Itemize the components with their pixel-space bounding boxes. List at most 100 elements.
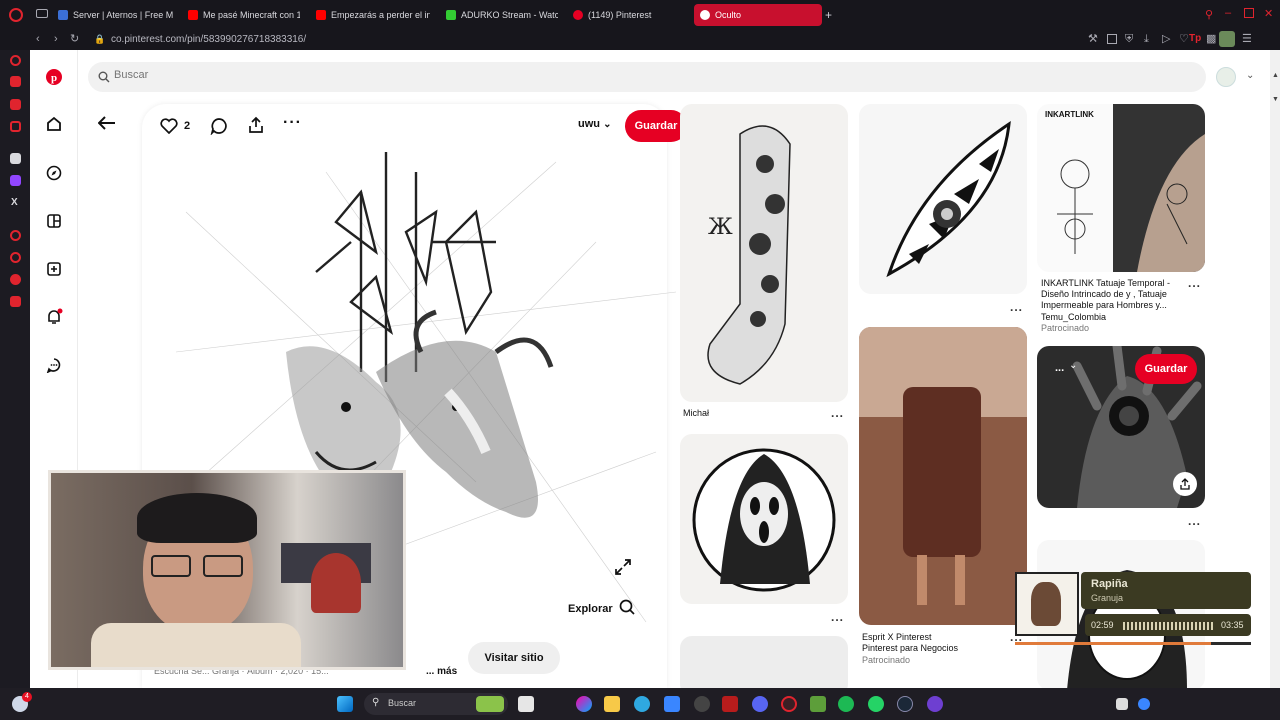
messages-icon[interactable]: [42, 353, 66, 377]
explore-button[interactable]: Explorar: [568, 599, 635, 618]
player-icon[interactable]: [10, 230, 21, 241]
copilot-icon[interactable]: [576, 696, 592, 712]
explore-compass-icon[interactable]: [42, 161, 66, 185]
opera-taskbar-icon[interactable]: [781, 696, 797, 712]
more-text-link[interactable]: ... más: [426, 666, 457, 677]
download-icon[interactable]: ⤓: [1144, 33, 1149, 45]
task-view-icon[interactable]: [518, 696, 534, 712]
tray-discord-icon[interactable]: [1116, 698, 1128, 710]
comment-icon[interactable]: [210, 117, 228, 140]
hover-save-button[interactable]: Guardar: [1135, 354, 1197, 384]
chevron-down-icon[interactable]: ⌄: [1069, 360, 1077, 371]
discord-icon[interactable]: [752, 696, 768, 712]
more-options-icon[interactable]: ···: [283, 114, 302, 132]
pin-tile-sleeve-tattoo[interactable]: Ж: [680, 104, 848, 402]
ad-title[interactable]: Esprit X Pinterest: [862, 632, 932, 643]
page-scrollbar[interactable]: ▲ ▼: [1270, 50, 1280, 688]
opera-logo-icon[interactable]: [9, 8, 23, 22]
pin-tile-caption[interactable]: Michał: [683, 408, 709, 419]
tab-kick-adurko[interactable]: ADURKO Stream - Watch: [446, 4, 558, 26]
app-icon[interactable]: [927, 696, 943, 712]
pinterest-logo-icon[interactable]: p: [42, 65, 66, 89]
app-icon[interactable]: [722, 696, 738, 712]
settings-icon[interactable]: [10, 297, 21, 308]
ad-advertiser[interactable]: Pinterest para Negocios: [862, 643, 958, 654]
like-heart-icon[interactable]: [160, 118, 178, 139]
edge-icon[interactable]: [634, 696, 650, 712]
pin-tile-leaf-tattoo[interactable]: [859, 104, 1027, 294]
scroll-up-icon[interactable]: ▲: [1272, 72, 1279, 79]
more-options-icon[interactable]: ...: [831, 406, 844, 420]
create-icon[interactable]: [42, 257, 66, 281]
pin-tile-hand-tattoo[interactable]: ... ⌄ Guardar: [1037, 346, 1205, 508]
menu-icon[interactable]: ☰: [1242, 33, 1252, 45]
spotify-icon[interactable]: [838, 696, 854, 712]
history-icon[interactable]: [10, 252, 21, 263]
more-options-icon[interactable]: ...: [1188, 276, 1201, 290]
ad-title[interactable]: INKARTLINK Tatuaje Temporal - Diseño Int…: [1041, 278, 1181, 311]
tab-aternos[interactable]: Server | Aternos | Free M: [58, 4, 176, 26]
start-icon[interactable]: [337, 696, 353, 712]
extension-icon[interactable]: ⚒: [1088, 33, 1098, 45]
maximize-icon[interactable]: [1244, 8, 1254, 18]
pin-tile-inkartlink[interactable]: INKARTLINK: [1037, 104, 1205, 272]
pin-tile-partial[interactable]: [680, 636, 848, 688]
visit-site-button[interactable]: Visitar sitio: [468, 642, 560, 674]
board-selector[interactable]: ...: [1055, 362, 1064, 374]
tab-youtube-perder[interactable]: Empezarás a perder el int: [316, 4, 430, 26]
extensions-puzzle-icon[interactable]: ▩: [1206, 33, 1216, 45]
twitch-icon[interactable]: [10, 175, 21, 186]
tray-icon[interactable]: [1138, 698, 1150, 710]
shield-icon[interactable]: ⛨: [1125, 33, 1133, 45]
kick-side-icon[interactable]: [10, 153, 21, 164]
tab-pinterest[interactable]: (1149) Pinterest: [573, 4, 685, 26]
search-tabs-icon[interactable]: ⚲: [1205, 9, 1213, 21]
tab-oculto[interactable]: Oculto: [694, 4, 822, 26]
crypto-wallet-icon[interactable]: [10, 76, 21, 87]
user-avatar[interactable]: [1216, 67, 1236, 87]
heart-icon[interactable]: ♡: [1179, 33, 1189, 45]
save-button[interactable]: Guardar: [625, 110, 687, 142]
search-input[interactable]: [114, 69, 714, 81]
notifications-bell-icon[interactable]: [42, 305, 66, 329]
progress-track[interactable]: [1015, 642, 1251, 645]
aria-icon[interactable]: [10, 55, 21, 66]
forward-icon[interactable]: ›: [54, 33, 58, 45]
back-icon[interactable]: ‹: [36, 33, 40, 45]
close-icon[interactable]: ✕: [1264, 8, 1273, 20]
chevron-down-icon[interactable]: ⌄: [1246, 70, 1254, 81]
share-icon[interactable]: [247, 116, 265, 139]
minimize-icon[interactable]: –: [1225, 7, 1231, 19]
whatsapp-icon[interactable]: [868, 696, 884, 712]
file-explorer-icon[interactable]: [604, 696, 620, 712]
steam-icon[interactable]: [897, 696, 913, 712]
pin-tile-esprit-ad[interactable]: [859, 327, 1027, 625]
pin-tile-ghostface[interactable]: [680, 434, 848, 604]
scroll-down-icon[interactable]: ▼: [1272, 96, 1279, 103]
board-selector[interactable]: uwu ⌄: [578, 118, 611, 130]
profile-avatar[interactable]: [1219, 31, 1235, 47]
new-tab-button[interactable]: +: [825, 9, 832, 21]
ad-advertiser[interactable]: Temu_Colombia: [1041, 312, 1106, 323]
url-field[interactable]: co.pinterest.com/pin/583990276718383316/: [111, 34, 306, 46]
play-icon[interactable]: ▷: [1162, 33, 1170, 45]
instagram-icon[interactable]: [10, 121, 21, 132]
share-icon[interactable]: [1173, 472, 1197, 496]
tab-youtube-minecraft[interactable]: Me pasé Minecraft con 1: [188, 4, 300, 26]
more-options-icon[interactable]: ...: [1188, 514, 1201, 528]
expand-icon[interactable]: [614, 558, 632, 581]
reload-icon[interactable]: ↻: [70, 33, 79, 45]
snapshot-icon[interactable]: [1107, 34, 1117, 44]
pinboard-icon[interactable]: [10, 274, 21, 285]
more-options-icon[interactable]: ...: [831, 610, 844, 624]
more-options-icon[interactable]: ...: [1010, 300, 1023, 314]
tp-extension-icon[interactable]: Tp: [1189, 33, 1201, 45]
workspaces-icon[interactable]: [36, 9, 48, 18]
boards-icon[interactable]: [42, 209, 66, 233]
back-arrow-icon[interactable]: [97, 116, 116, 135]
messenger-icon[interactable]: [10, 99, 21, 110]
x-icon[interactable]: X: [11, 197, 22, 208]
search-bar[interactable]: [88, 62, 1206, 92]
minecraft-icon[interactable]: [810, 696, 826, 712]
app-icon[interactable]: [694, 696, 710, 712]
